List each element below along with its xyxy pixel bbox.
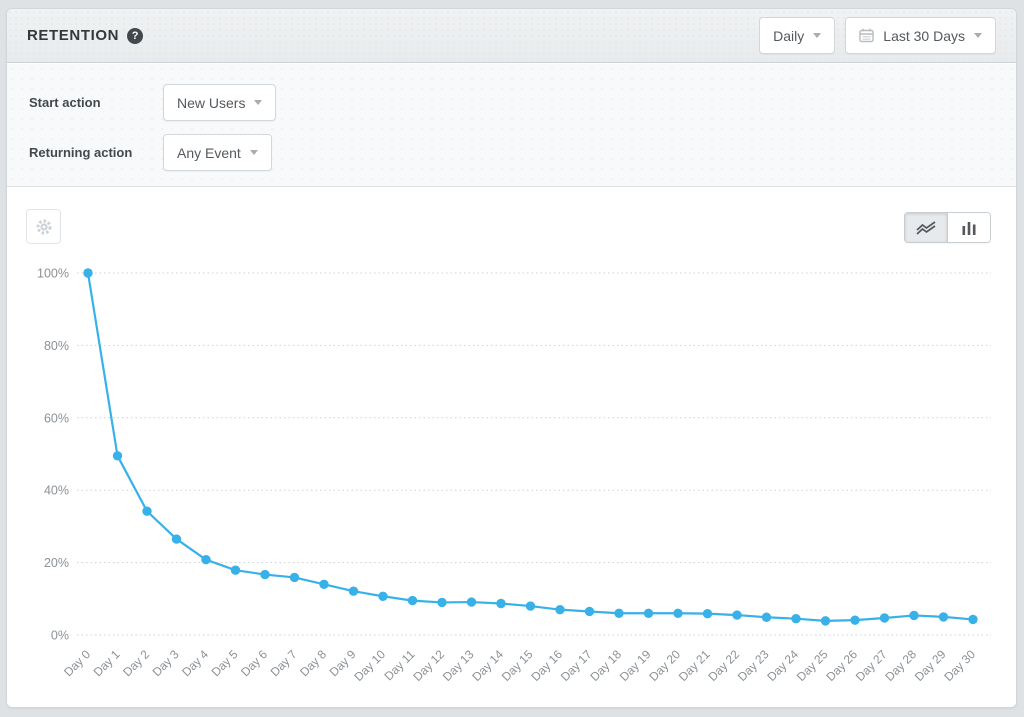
chevron-down-icon (974, 33, 982, 38)
returning-action-dropdown[interactable]: Any Event (163, 134, 272, 171)
svg-text:Day 18: Day 18 (587, 647, 624, 684)
svg-text:Day 26: Day 26 (823, 647, 860, 684)
date-range-dropdown-value: Last 30 Days (883, 28, 965, 44)
svg-text:Day 5: Day 5 (209, 647, 241, 679)
svg-text:60%: 60% (44, 411, 69, 425)
svg-text:100%: 100% (37, 267, 69, 281)
retention-chart: 0%20%40%60%80%100%Day 0Day 1Day 2Day 3Da… (7, 187, 1016, 707)
svg-text:Day 16: Day 16 (528, 647, 565, 684)
interval-dropdown-value: Daily (773, 28, 804, 44)
report-card: RETENTION ? Daily Last 30 Days (6, 8, 1017, 708)
svg-text:Day 13: Day 13 (440, 647, 477, 684)
start-action-label: Start action (29, 95, 163, 110)
chart-panel: 0%20%40%60%80%100%Day 0Day 1Day 2Day 3Da… (7, 187, 1016, 707)
svg-text:Day 8: Day 8 (297, 647, 329, 679)
svg-text:Day 6: Day 6 (238, 647, 270, 679)
svg-text:Day 2: Day 2 (120, 647, 152, 679)
chevron-down-icon (250, 150, 258, 155)
calendar-icon (859, 28, 874, 43)
svg-text:Day 20: Day 20 (646, 647, 683, 684)
svg-text:Day 24: Day 24 (764, 647, 801, 684)
svg-text:Day 15: Day 15 (499, 647, 536, 684)
svg-text:Day 19: Day 19 (617, 647, 654, 684)
svg-text:Day 27: Day 27 (853, 647, 890, 684)
svg-text:Day 11: Day 11 (381, 647, 417, 683)
report-header: RETENTION ? Daily Last 30 Days (7, 9, 1016, 63)
svg-text:Day 25: Day 25 (794, 647, 831, 684)
svg-text:40%: 40% (44, 484, 69, 498)
svg-text:Day 1: Day 1 (91, 647, 123, 679)
svg-text:Day 23: Day 23 (735, 647, 772, 684)
svg-text:Day 0: Day 0 (61, 647, 93, 679)
interval-dropdown[interactable]: Daily (759, 17, 835, 54)
svg-text:Day 21: Day 21 (676, 647, 713, 684)
page-title: RETENTION (27, 27, 119, 44)
svg-text:Day 28: Day 28 (882, 647, 919, 684)
returning-action-value: Any Event (177, 145, 241, 161)
svg-text:Day 17: Day 17 (558, 647, 595, 684)
svg-text:Day 14: Day 14 (469, 647, 506, 684)
svg-text:Day 12: Day 12 (410, 647, 447, 684)
start-action-dropdown[interactable]: New Users (163, 84, 276, 121)
filter-row-returning-action: Returning action Any Event (29, 134, 994, 171)
returning-action-label: Returning action (29, 145, 163, 160)
filters-section: Start action New Users Returning action … (7, 64, 1016, 187)
svg-text:Day 10: Day 10 (351, 647, 388, 684)
filter-row-start-action: Start action New Users (29, 84, 994, 121)
svg-text:Day 4: Day 4 (179, 647, 211, 679)
svg-text:0%: 0% (51, 629, 69, 643)
chevron-down-icon (813, 33, 821, 38)
start-action-value: New Users (177, 95, 245, 111)
svg-text:Day 29: Day 29 (912, 647, 949, 684)
svg-text:Day 22: Day 22 (705, 647, 742, 684)
svg-text:20%: 20% (44, 556, 69, 570)
retention-report-page: RETENTION ? Daily Last 30 Days (0, 0, 1024, 717)
svg-text:Day 7: Day 7 (268, 647, 300, 679)
svg-text:Day 3: Day 3 (150, 647, 182, 679)
date-range-dropdown[interactable]: Last 30 Days (845, 17, 996, 54)
help-icon[interactable]: ? (127, 28, 143, 44)
chevron-down-icon (254, 100, 262, 105)
svg-text:Day 30: Day 30 (941, 647, 978, 684)
svg-text:80%: 80% (44, 339, 69, 353)
